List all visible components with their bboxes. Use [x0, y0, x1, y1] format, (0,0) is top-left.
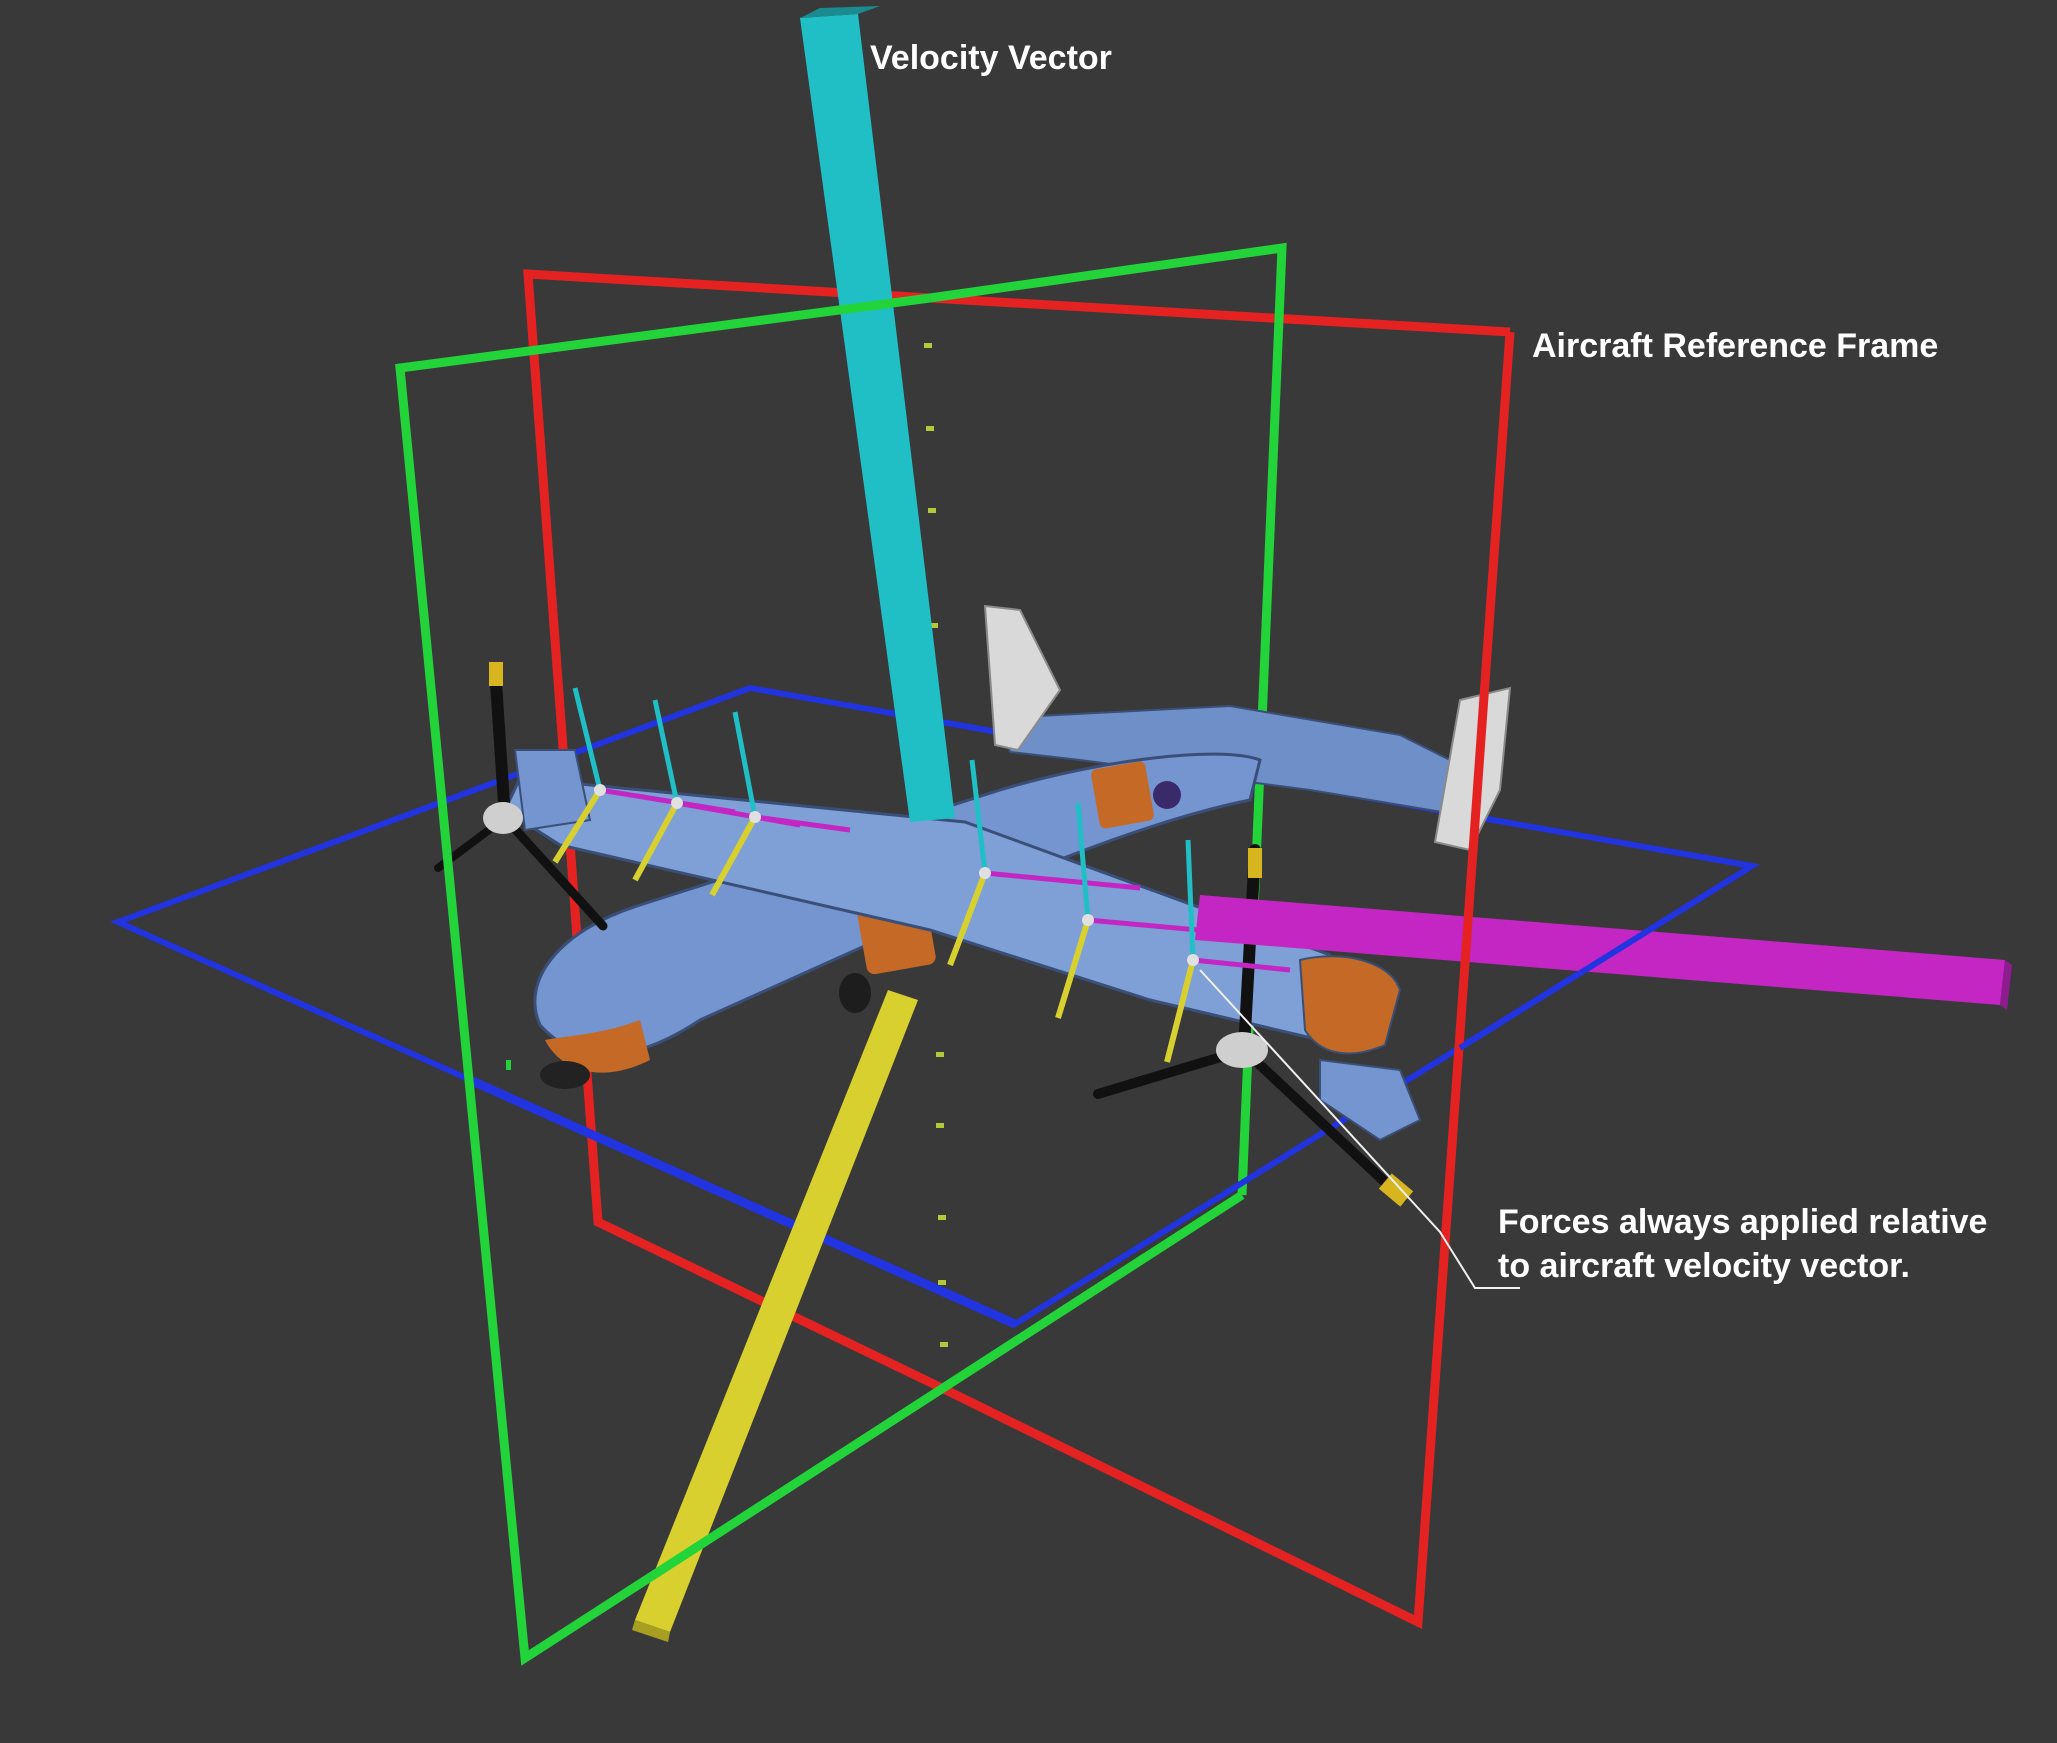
forces-annotation: Forces always applied relative to aircra… — [1498, 1200, 1987, 1288]
viewport: Velocity Vector Aircraft Reference Frame… — [0, 0, 2057, 1743]
aircraft-window — [839, 973, 871, 1013]
aircraft-right-nacelle — [1298, 955, 1402, 1055]
aircraft-roundel — [1153, 781, 1181, 809]
scene-3d-render — [0, 0, 2057, 1743]
propeller-left-tip — [489, 662, 503, 686]
forces-annotation-line-1: Forces always applied relative — [1498, 1203, 1988, 1241]
propeller-right-tip — [1248, 848, 1262, 878]
velocity-vector-label: Velocity Vector — [870, 39, 1112, 77]
reference-frame-label: Aircraft Reference Frame — [1532, 327, 1939, 365]
propeller-left-spinner — [483, 802, 523, 834]
propeller-right-spinner — [1216, 1032, 1268, 1068]
forces-annotation-line-2: to aircraft velocity vector. — [1498, 1247, 1910, 1285]
aircraft-vent — [1091, 761, 1154, 829]
aircraft-nose-sensor — [540, 1061, 590, 1089]
